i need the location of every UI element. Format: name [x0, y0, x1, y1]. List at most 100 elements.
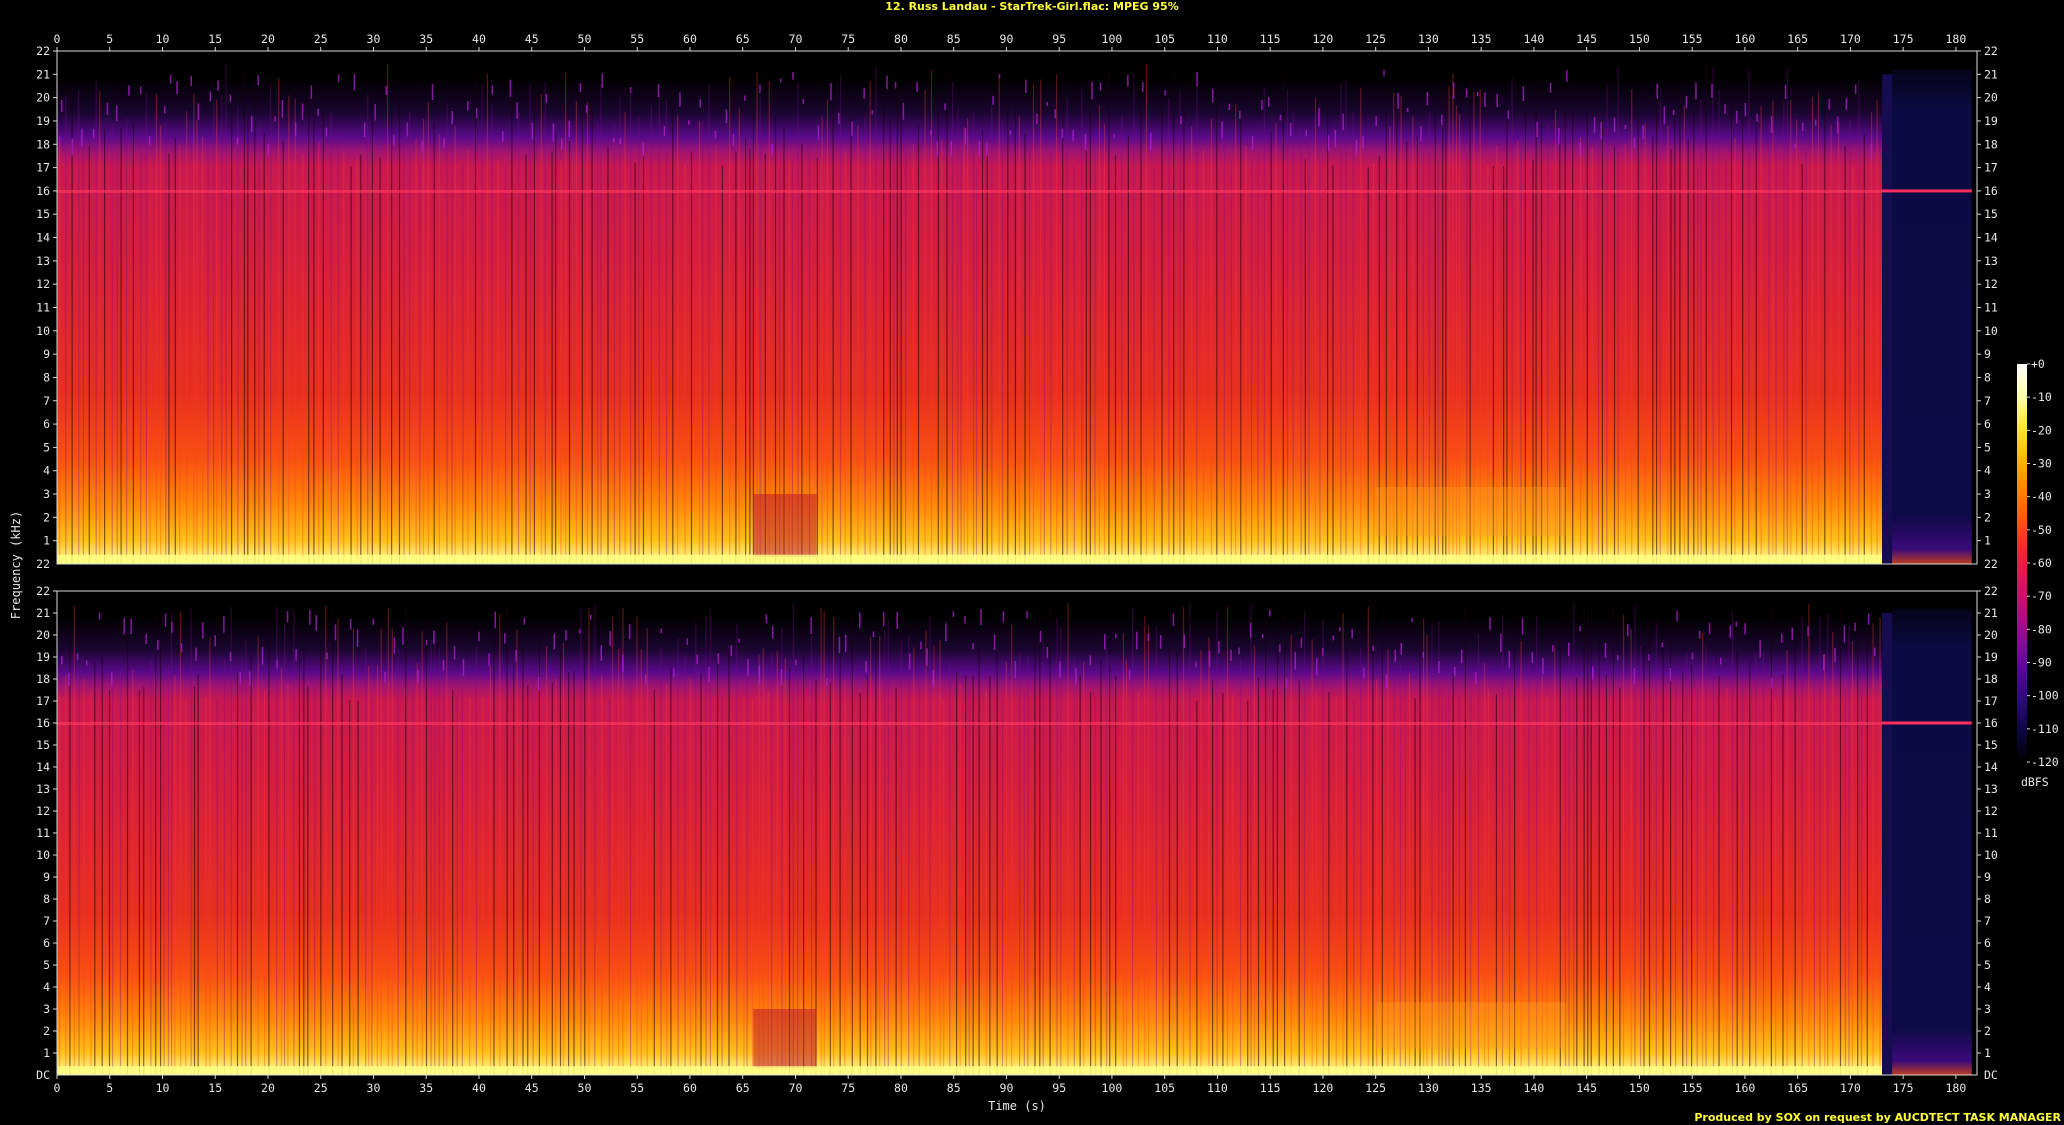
colorbar-tick-label: -120	[2031, 755, 2059, 769]
x-tick-label: 15	[208, 1081, 222, 1095]
y-tick-label-right: 2	[1984, 1024, 1991, 1038]
x-tick-label: 160	[1735, 1081, 1756, 1095]
y-tick-label: 8	[43, 370, 50, 384]
noise-floor-tail	[1892, 69, 1972, 565]
x-tick-label-top: 45	[525, 32, 539, 46]
y-tick-label: 5	[43, 958, 50, 972]
x-tick-label: 130	[1418, 1081, 1439, 1095]
x-tick-label-top: 95	[1052, 32, 1066, 46]
y-tick-label-right: 21	[1984, 67, 1998, 81]
y-tick-label: 20	[36, 91, 50, 105]
y-tick-label: 13	[36, 782, 50, 796]
colorbar-tick-label: -100	[2031, 689, 2059, 703]
y-tick-label: 6	[43, 936, 50, 950]
y-tick-label: 1	[43, 534, 50, 548]
y-tick-label-right: 16	[1984, 716, 1998, 730]
x-tick-label: 90	[1000, 1081, 1014, 1095]
x-tick-label-top: 15	[208, 32, 222, 46]
y-tick-label-right: 12	[1984, 804, 1998, 818]
x-tick-label-top: 180	[1946, 32, 1967, 46]
y-tick-label: 2	[43, 1024, 50, 1038]
y-tick-label: 15	[36, 738, 50, 752]
x-tick-label-top: 145	[1576, 32, 1597, 46]
x-tick-label-top: 135	[1471, 32, 1492, 46]
y-tick-label: 1	[43, 1046, 50, 1060]
y-tick-label-right: 16	[1984, 184, 1998, 198]
x-tick-label: 125	[1365, 1081, 1386, 1095]
credit-text: Produced by SOX on request by AUCDTECT T…	[1694, 1111, 2061, 1124]
y-tick-label: 9	[43, 347, 50, 361]
x-tick-label: 45	[525, 1081, 539, 1095]
y-tick-label: 11	[36, 301, 50, 315]
y-tick-label: 8	[43, 892, 50, 906]
x-tick-label-top: 5	[106, 32, 113, 46]
y-tick-label: 10	[36, 324, 50, 338]
y-tick-label: 7	[43, 914, 50, 928]
y-tick-label-right: 1	[1984, 534, 1991, 548]
x-tick-label: 75	[841, 1081, 855, 1095]
spectrogram-chart: 1 12 23 34 45 56 67 78 89 910 1011 1112 1213 1314 1415…	[9, 32, 2059, 1113]
y-tick-label: 22	[36, 44, 50, 58]
y-tick-label-right: 9	[1984, 870, 1991, 884]
x-tick-label: 145	[1576, 1081, 1597, 1095]
y-tick-label-right: 14	[1984, 231, 1998, 245]
y-tick-label-right: 7	[1984, 914, 1991, 928]
y-tick-label-right: 10	[1984, 848, 1998, 862]
x-tick-label: 60	[683, 1081, 697, 1095]
y-tick-label: 12	[36, 277, 50, 291]
x-tick-label: 85	[947, 1081, 961, 1095]
colorbar-tick-label: -40	[2031, 490, 2052, 504]
y-tick-label-right: 8	[1984, 892, 1991, 906]
tail-tone-line	[1882, 721, 1972, 725]
x-tick-label: 175	[1893, 1081, 1914, 1095]
y-tick-label: 5	[43, 440, 50, 454]
x-tick-label-top: 60	[683, 32, 697, 46]
x-tick-label-top: 50	[578, 32, 592, 46]
y-tick-label-right: 12	[1984, 277, 1998, 291]
y-tick-label-right: 4	[1984, 980, 1991, 994]
y-tick-label: 12	[36, 804, 50, 818]
x-tick-label-top: 165	[1787, 32, 1808, 46]
x-tick-label: 30	[367, 1081, 381, 1095]
x-tick-label-top: 140	[1524, 32, 1545, 46]
y-tick-label: 2	[43, 510, 50, 524]
y-tick-label: 22	[36, 584, 50, 598]
y-tick-label-right: 13	[1984, 254, 1998, 268]
x-tick-label: 150	[1629, 1081, 1650, 1095]
x-tick-label: 70	[789, 1081, 803, 1095]
x-tick-label-top: 125	[1365, 32, 1386, 46]
x-tick-label-top: 40	[472, 32, 486, 46]
colorbar-tick-label: -10	[2031, 390, 2052, 404]
x-tick-label-top: 105	[1154, 32, 1175, 46]
colorbar-tick-label: -30	[2031, 457, 2052, 471]
x-tick-label-top: 130	[1418, 32, 1439, 46]
y-tick-label-right: 13	[1984, 782, 1998, 796]
x-tick-label-top: 55	[630, 32, 644, 46]
spectrogram-window: 12. Russ Landau - StarTrek-Girl.flac: MP…	[0, 0, 2064, 1125]
y-tick-label-right: 5	[1984, 958, 1991, 972]
y-tick-label-right: 6	[1984, 417, 1991, 431]
y-axis-label: Frequency (kHz)	[9, 511, 23, 619]
y-tick-label: 16	[36, 184, 50, 198]
y-tick-label: 21	[36, 67, 50, 81]
x-tick-label: 115	[1260, 1081, 1281, 1095]
y-tick-label-right: 7	[1984, 394, 1991, 408]
y-tick-label: 19	[36, 650, 50, 664]
y-tick-label-right: 11	[1984, 826, 1998, 840]
x-tick-label-top: 110	[1207, 32, 1228, 46]
y-tick-label-right: 2	[1984, 510, 1991, 524]
x-tick-label: 110	[1207, 1081, 1228, 1095]
x-tick-label: 155	[1682, 1081, 1703, 1095]
y-tick-label: 20	[36, 628, 50, 642]
y-tick-label: 14	[36, 231, 50, 245]
x-tick-label-top: 120	[1313, 32, 1334, 46]
lowpass-line	[57, 189, 1883, 193]
y-tick-label-right: 18	[1984, 672, 1998, 686]
x-tick-label-top: 175	[1893, 32, 1914, 46]
y-tick-label: 3	[43, 1002, 50, 1016]
y-tick-label: 17	[36, 161, 50, 175]
y-tick-label: 3	[43, 487, 50, 501]
spectrogram-panel-channel-1	[56, 50, 1978, 565]
y-tick-label-right: 20	[1984, 91, 1998, 105]
x-tick-label: 170	[1840, 1081, 1861, 1095]
